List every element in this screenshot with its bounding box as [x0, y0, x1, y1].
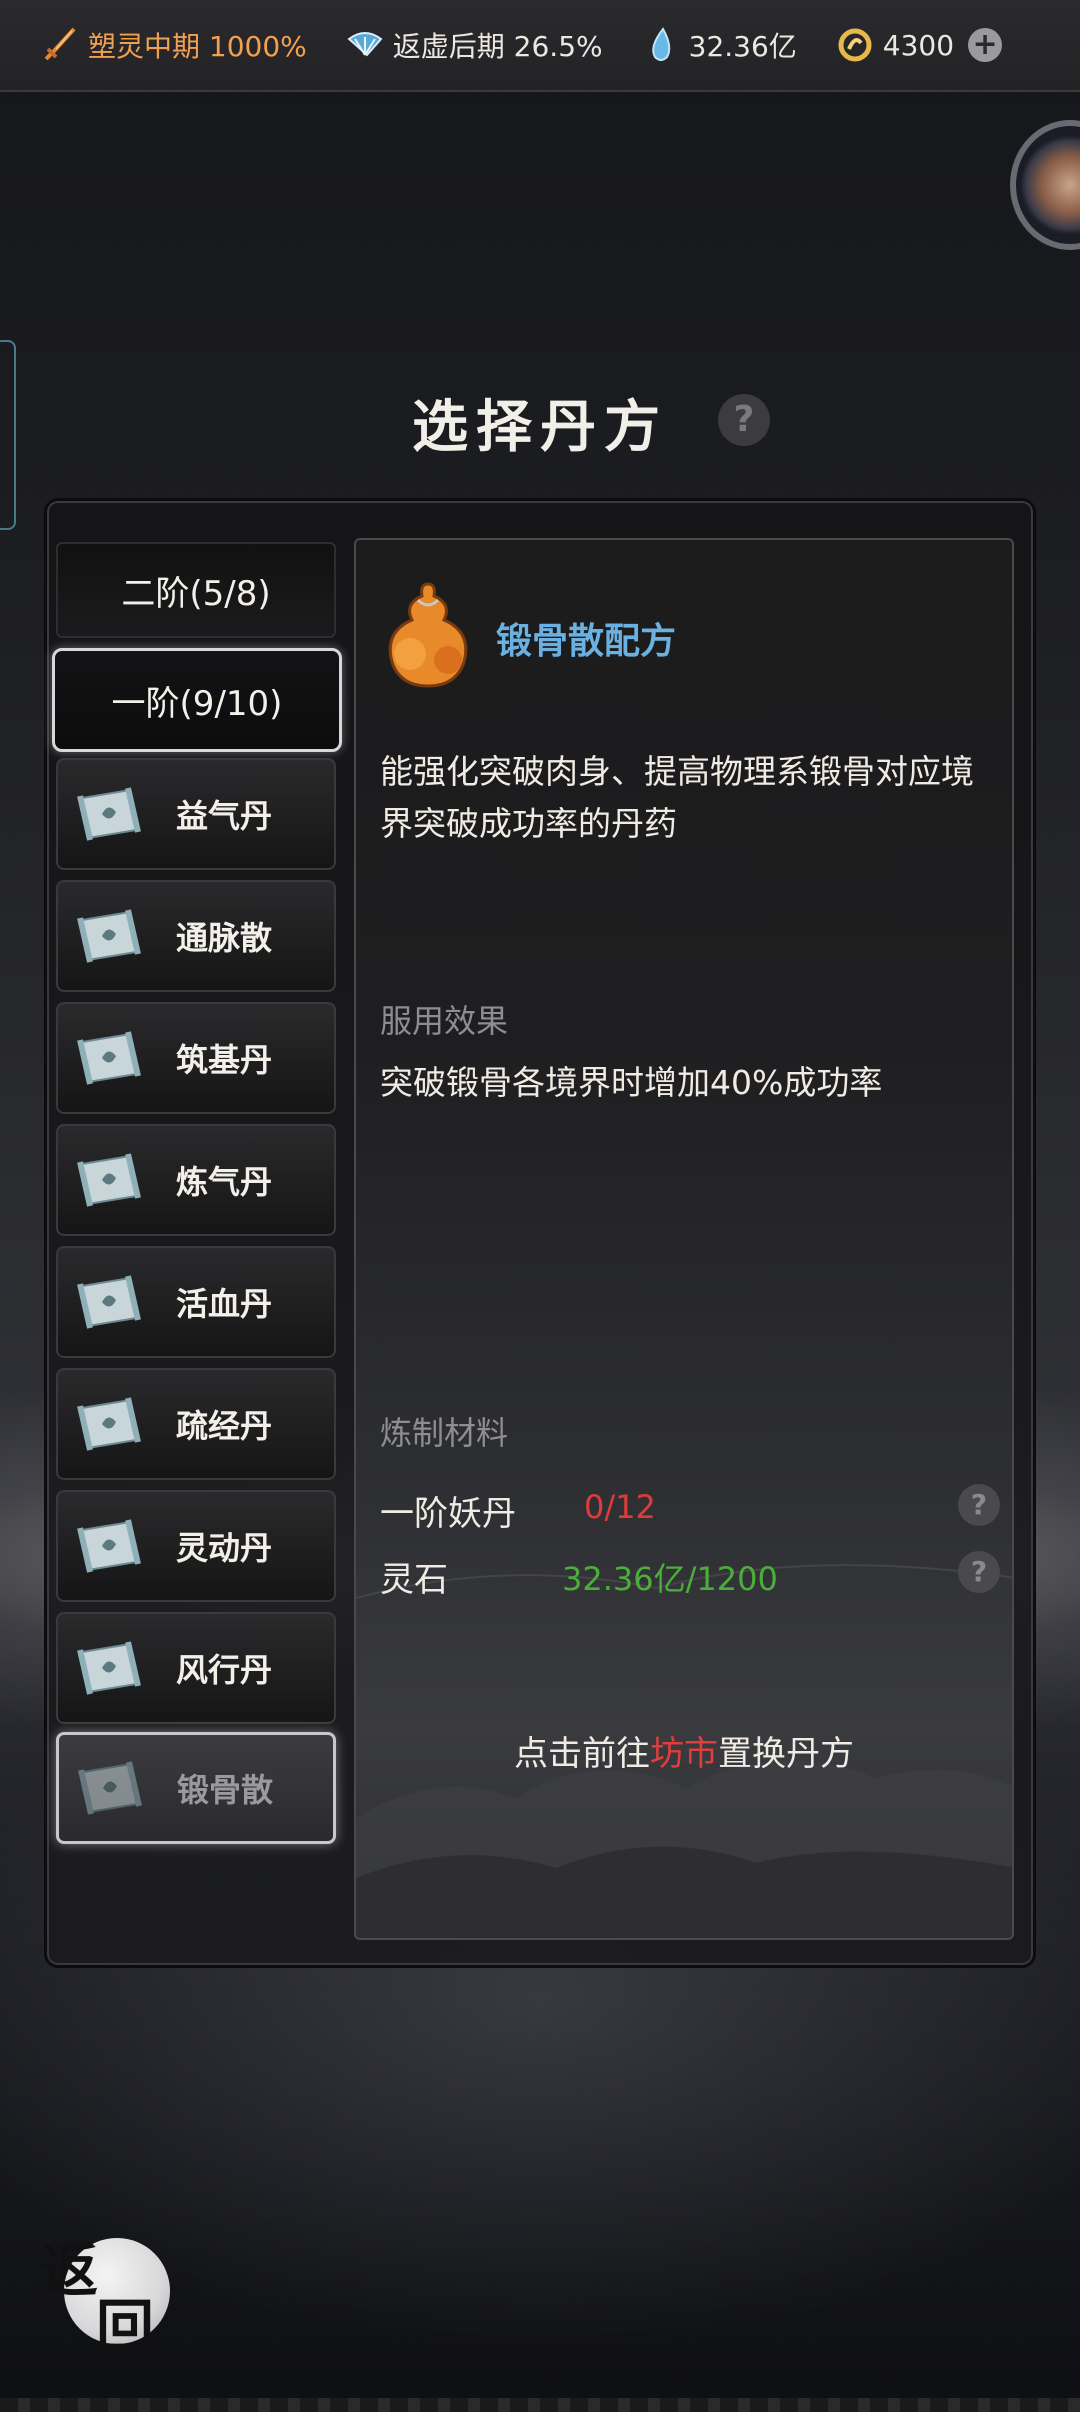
material-help-button[interactable]: ? — [958, 1551, 1000, 1593]
sword-icon — [40, 25, 80, 65]
recipe-item-tongmaisan[interactable]: 通脉散 — [56, 880, 336, 992]
scroll-icon — [72, 1272, 146, 1332]
status-bar: 塑灵中期 1000% 返虚后期 26.5% 32.36亿 4300 + — [0, 0, 1080, 92]
tab-tier-2[interactable]: 二阶(5/8) — [56, 542, 336, 638]
realm1-text: 塑灵中期 1000% — [88, 30, 307, 63]
scroll-icon — [72, 906, 146, 966]
recipe-title: 锻骨散配方 — [496, 621, 677, 662]
cultivation-realm-stat[interactable]: 塑灵中期 1000% — [40, 25, 307, 65]
coins-text: 4300 — [882, 28, 955, 62]
recipe-label: 灵动丹 — [176, 1529, 273, 1567]
recipe-label: 益气丹 — [176, 797, 273, 835]
scroll-icon — [73, 1758, 147, 1818]
player-avatar[interactable] — [1010, 120, 1080, 250]
material-amount: 32.36亿/1200 — [562, 1560, 778, 1598]
fan-icon — [345, 25, 385, 65]
recipe-label: 风行丹 — [176, 1651, 273, 1689]
recipe-label: 锻骨散 — [177, 1771, 274, 1809]
coin-icon — [835, 25, 875, 65]
scroll-icon — [72, 784, 146, 844]
material-name: 灵石 — [380, 1560, 448, 1600]
back-char-1: 返 — [40, 2237, 99, 2305]
bottom-decoration — [0, 2398, 1080, 2412]
material-help-button[interactable]: ? — [958, 1484, 1000, 1526]
recipe-label: 筑基丹 — [176, 1041, 273, 1079]
recipe-item-duangusan[interactable]: 锻骨散 — [56, 1732, 336, 1844]
secondary-realm-stat[interactable]: 返虚后期 26.5% — [345, 25, 603, 65]
recipe-item-lianqidan[interactable]: 炼气丹 — [56, 1124, 336, 1236]
scroll-icon — [72, 1028, 146, 1088]
recipe-label: 炼气丹 — [176, 1163, 273, 1201]
recipe-item-yiqidan[interactable]: 益气丹 — [56, 758, 336, 870]
help-button[interactable]: ? — [718, 394, 770, 446]
scroll-icon — [72, 1150, 146, 1210]
effect-text: 突破锻骨各境界时增加40%成功率 — [380, 1063, 883, 1102]
page-title: 选择丹方 — [412, 394, 668, 460]
recipe-label: 疏经丹 — [176, 1407, 273, 1445]
materials-heading: 炼制材料 — [380, 1414, 509, 1452]
recipe-item-shujingdan[interactable]: 疏经丹 — [56, 1368, 336, 1480]
realm2-text: 返虚后期 26.5% — [392, 30, 603, 63]
recipe-item-fengxingdan[interactable]: 风行丹 — [56, 1612, 336, 1724]
market-link[interactable]: 坊市 — [650, 1734, 718, 1774]
back-button[interactable]: 返 回 — [40, 2228, 170, 2361]
spirit-stones-stat[interactable]: 32.36亿 — [641, 25, 797, 65]
material-name: 一阶妖丹 — [380, 1494, 516, 1534]
scroll-icon — [72, 1394, 146, 1454]
goto-market-link[interactable]: 点击前往坊市置换丹方 — [354, 1726, 1014, 1775]
recipe-description: 能强化突破肉身、提高物理系锻骨对应境界突破成功率的丹药 — [380, 752, 974, 843]
goto-prefix: 点击前往 — [514, 1734, 650, 1774]
spirit-stones-text: 32.36亿 — [688, 30, 797, 63]
scroll-icon — [72, 1638, 146, 1698]
recipe-label: 活血丹 — [176, 1285, 273, 1323]
goto-suffix: 置换丹方 — [718, 1734, 854, 1774]
recipe-item-zhujidan[interactable]: 筑基丹 — [56, 1002, 336, 1114]
recipe-label: 通脉散 — [176, 919, 273, 957]
gourd-icon — [388, 582, 468, 688]
recipe-item-huoxuedan[interactable]: 活血丹 — [56, 1246, 336, 1358]
scroll-icon — [72, 1516, 146, 1576]
coins-stat[interactable]: 4300 — [835, 25, 954, 65]
recipe-item-lingdongdan[interactable]: 灵动丹 — [56, 1490, 336, 1602]
effect-heading: 服用效果 — [380, 1002, 509, 1040]
back-char-2: 回 — [96, 2293, 155, 2361]
material-amount: 0/12 — [584, 1488, 656, 1526]
tab-tier-1[interactable]: 一阶(9/10) — [52, 648, 342, 752]
water-drop-icon — [641, 25, 681, 65]
add-coins-button[interactable]: + — [968, 28, 1003, 62]
